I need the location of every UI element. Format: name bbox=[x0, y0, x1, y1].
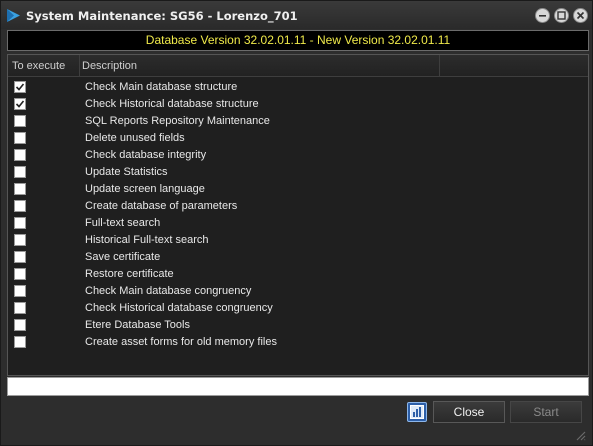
version-banner: Database Version 32.02.01.11 - New Versi… bbox=[7, 30, 589, 51]
task-label: Full-text search bbox=[85, 217, 161, 229]
execute-checkbox[interactable] bbox=[14, 183, 26, 195]
execute-checkbox[interactable] bbox=[14, 251, 26, 263]
execute-checkbox[interactable] bbox=[14, 234, 26, 246]
table-row[interactable]: SQL Reports Repository Maintenance bbox=[8, 113, 588, 130]
resize-grip-icon[interactable] bbox=[574, 429, 586, 441]
execute-checkbox[interactable] bbox=[14, 302, 26, 314]
close-icon bbox=[576, 11, 585, 20]
checkmark-icon bbox=[15, 100, 25, 108]
table-row[interactable]: Update Statistics bbox=[8, 164, 588, 181]
task-label: Create asset forms for old memory files bbox=[85, 336, 277, 348]
execute-checkbox[interactable] bbox=[14, 319, 26, 331]
task-label: Check database integrity bbox=[85, 149, 207, 161]
maximize-button[interactable] bbox=[554, 8, 569, 23]
task-label: Save certificate bbox=[85, 251, 161, 263]
version-text: Database Version 32.02.01.11 - New Versi… bbox=[145, 33, 451, 47]
chart-help-icon bbox=[410, 405, 424, 419]
table-row[interactable]: Delete unused fields bbox=[8, 130, 588, 147]
task-list: Check Main database structure Check Histo… bbox=[8, 79, 588, 351]
execute-checkbox[interactable] bbox=[14, 149, 26, 161]
task-label: Check Historical database congruency bbox=[85, 302, 273, 314]
task-label: Delete unused fields bbox=[85, 132, 185, 144]
execute-checkbox[interactable] bbox=[14, 132, 26, 144]
status-input[interactable] bbox=[7, 377, 589, 396]
close-button[interactable]: Close bbox=[433, 401, 505, 423]
execute-checkbox[interactable] bbox=[14, 98, 26, 110]
execute-checkbox[interactable] bbox=[14, 336, 26, 348]
execute-checkbox[interactable] bbox=[14, 166, 26, 178]
column-header-empty[interactable] bbox=[440, 55, 588, 77]
table-row[interactable]: Restore certificate bbox=[8, 266, 588, 283]
table-row[interactable]: Update screen language bbox=[8, 181, 588, 198]
execute-checkbox[interactable] bbox=[14, 285, 26, 297]
table-row[interactable]: Check Main database structure bbox=[8, 79, 588, 96]
maximize-icon bbox=[557, 11, 566, 20]
checkmark-icon bbox=[15, 83, 25, 91]
start-button[interactable]: Start bbox=[510, 401, 582, 423]
task-label: Historical Full-text search bbox=[85, 234, 209, 246]
table-row[interactable]: Check database integrity bbox=[8, 147, 588, 164]
app-logo-icon bbox=[6, 8, 21, 23]
minimize-button[interactable] bbox=[535, 8, 550, 23]
column-header-description[interactable]: Description bbox=[80, 55, 440, 77]
window-title: System Maintenance: SG56 - Lorenzo_701 bbox=[26, 9, 298, 23]
task-label: Create database of parameters bbox=[85, 200, 238, 212]
execute-checkbox[interactable] bbox=[14, 115, 26, 127]
grid-header: To execute Description bbox=[8, 55, 588, 77]
title-bar[interactable]: System Maintenance: SG56 - Lorenzo_701 bbox=[1, 1, 592, 29]
table-row[interactable]: Create asset forms for old memory files bbox=[8, 334, 588, 351]
table-row[interactable]: Check Main database congruency bbox=[8, 283, 588, 300]
task-label: Check Main database congruency bbox=[85, 285, 252, 297]
column-header-to-execute[interactable]: To execute bbox=[8, 55, 80, 77]
table-row[interactable]: Historical Full-text search bbox=[8, 232, 588, 249]
help-button[interactable] bbox=[407, 402, 427, 422]
minimize-icon bbox=[539, 15, 546, 17]
task-label: Check Historical database structure bbox=[85, 98, 259, 110]
table-row[interactable]: Check Historical database structure bbox=[8, 96, 588, 113]
table-row[interactable]: Check Historical database congruency bbox=[8, 300, 588, 317]
execute-checkbox[interactable] bbox=[14, 200, 26, 212]
task-label: Restore certificate bbox=[85, 268, 174, 280]
close-window-button[interactable] bbox=[573, 8, 588, 23]
system-maintenance-window: System Maintenance: SG56 - Lorenzo_701 D… bbox=[0, 0, 593, 446]
task-label: Etere Database Tools bbox=[85, 319, 190, 331]
task-label: Check Main database structure bbox=[85, 81, 238, 93]
task-label: Update Statistics bbox=[85, 166, 168, 178]
task-label: Update screen language bbox=[85, 183, 205, 195]
execute-checkbox[interactable] bbox=[14, 81, 26, 93]
execute-checkbox[interactable] bbox=[14, 217, 26, 229]
table-row[interactable]: Save certificate bbox=[8, 249, 588, 266]
table-row[interactable]: Create database of parameters bbox=[8, 198, 588, 215]
maintenance-task-grid: To execute Description Check Main databa… bbox=[7, 54, 589, 376]
execute-checkbox[interactable] bbox=[14, 268, 26, 280]
footer-bar: Close Start bbox=[1, 398, 592, 445]
table-row[interactable]: Full-text search bbox=[8, 215, 588, 232]
task-label: SQL Reports Repository Maintenance bbox=[85, 115, 270, 127]
table-row[interactable]: Etere Database Tools bbox=[8, 317, 588, 334]
